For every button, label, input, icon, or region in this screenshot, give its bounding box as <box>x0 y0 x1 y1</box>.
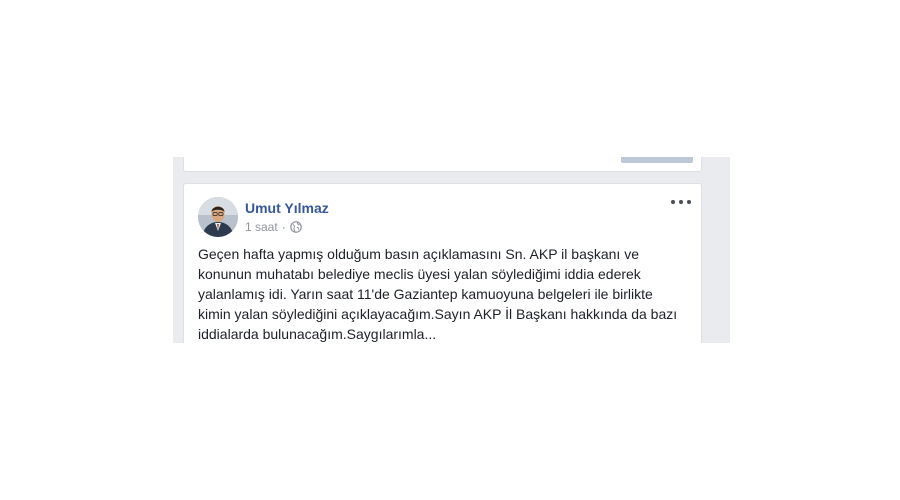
news-feed: Umut Yılmaz 1 saat · Geçen hafta yapmış … <box>173 157 730 343</box>
previous-post-card <box>183 157 702 172</box>
avatar-photo <box>198 197 238 237</box>
meta-separator: · <box>281 220 286 234</box>
previous-post-button[interactable] <box>621 157 693 163</box>
avatar[interactable] <box>198 197 238 237</box>
post-timestamp[interactable]: 1 saat <box>245 220 278 234</box>
more-options-icon[interactable] <box>671 195 691 209</box>
post-card: Umut Yılmaz 1 saat · Geçen hafta yapmış … <box>183 183 702 343</box>
globe-icon[interactable] <box>289 221 302 233</box>
post-author-name[interactable]: Umut Yılmaz <box>245 200 329 216</box>
more-dot <box>671 200 675 204</box>
post-body-text: Geçen hafta yapmış olduğum basın açıklam… <box>198 246 678 342</box>
more-dot <box>687 200 691 204</box>
post-meta: 1 saat · <box>245 220 302 234</box>
more-dot <box>679 200 683 204</box>
